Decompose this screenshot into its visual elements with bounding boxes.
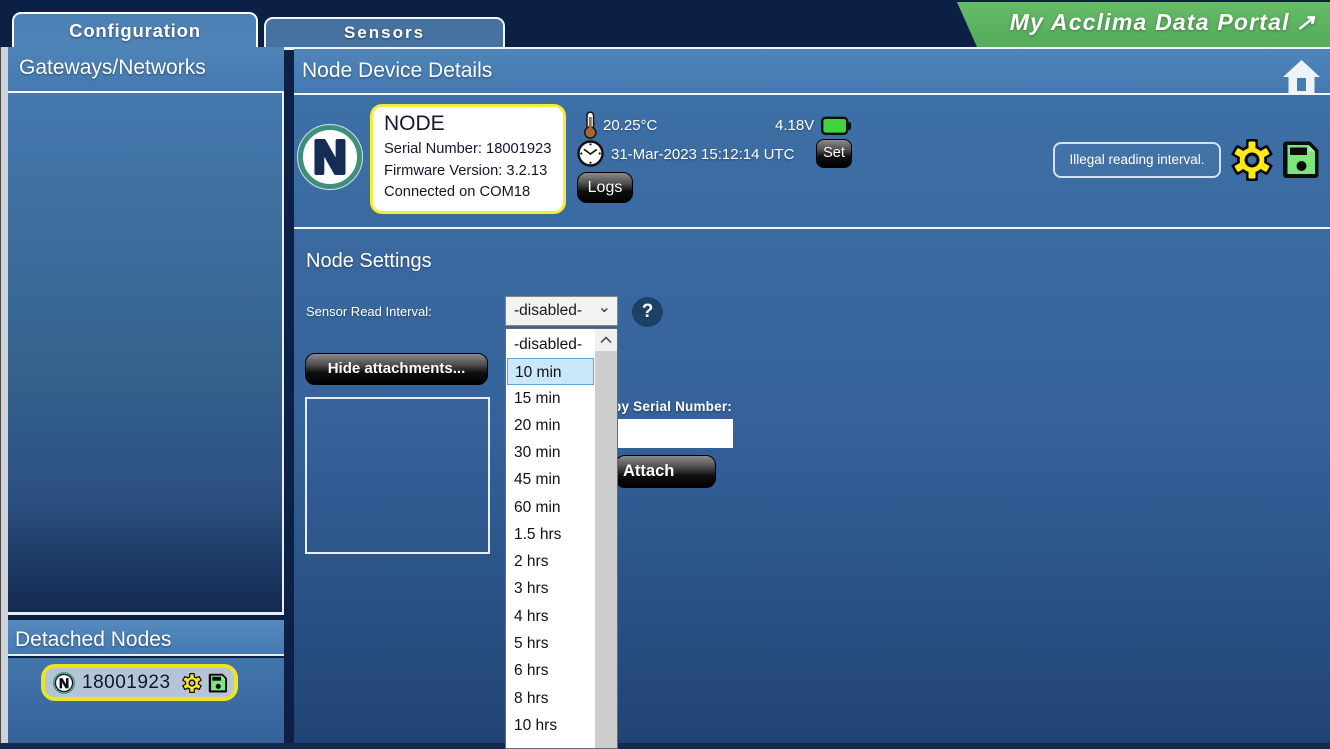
svg-text:N: N bbox=[59, 675, 69, 691]
svg-text:N: N bbox=[313, 131, 346, 183]
